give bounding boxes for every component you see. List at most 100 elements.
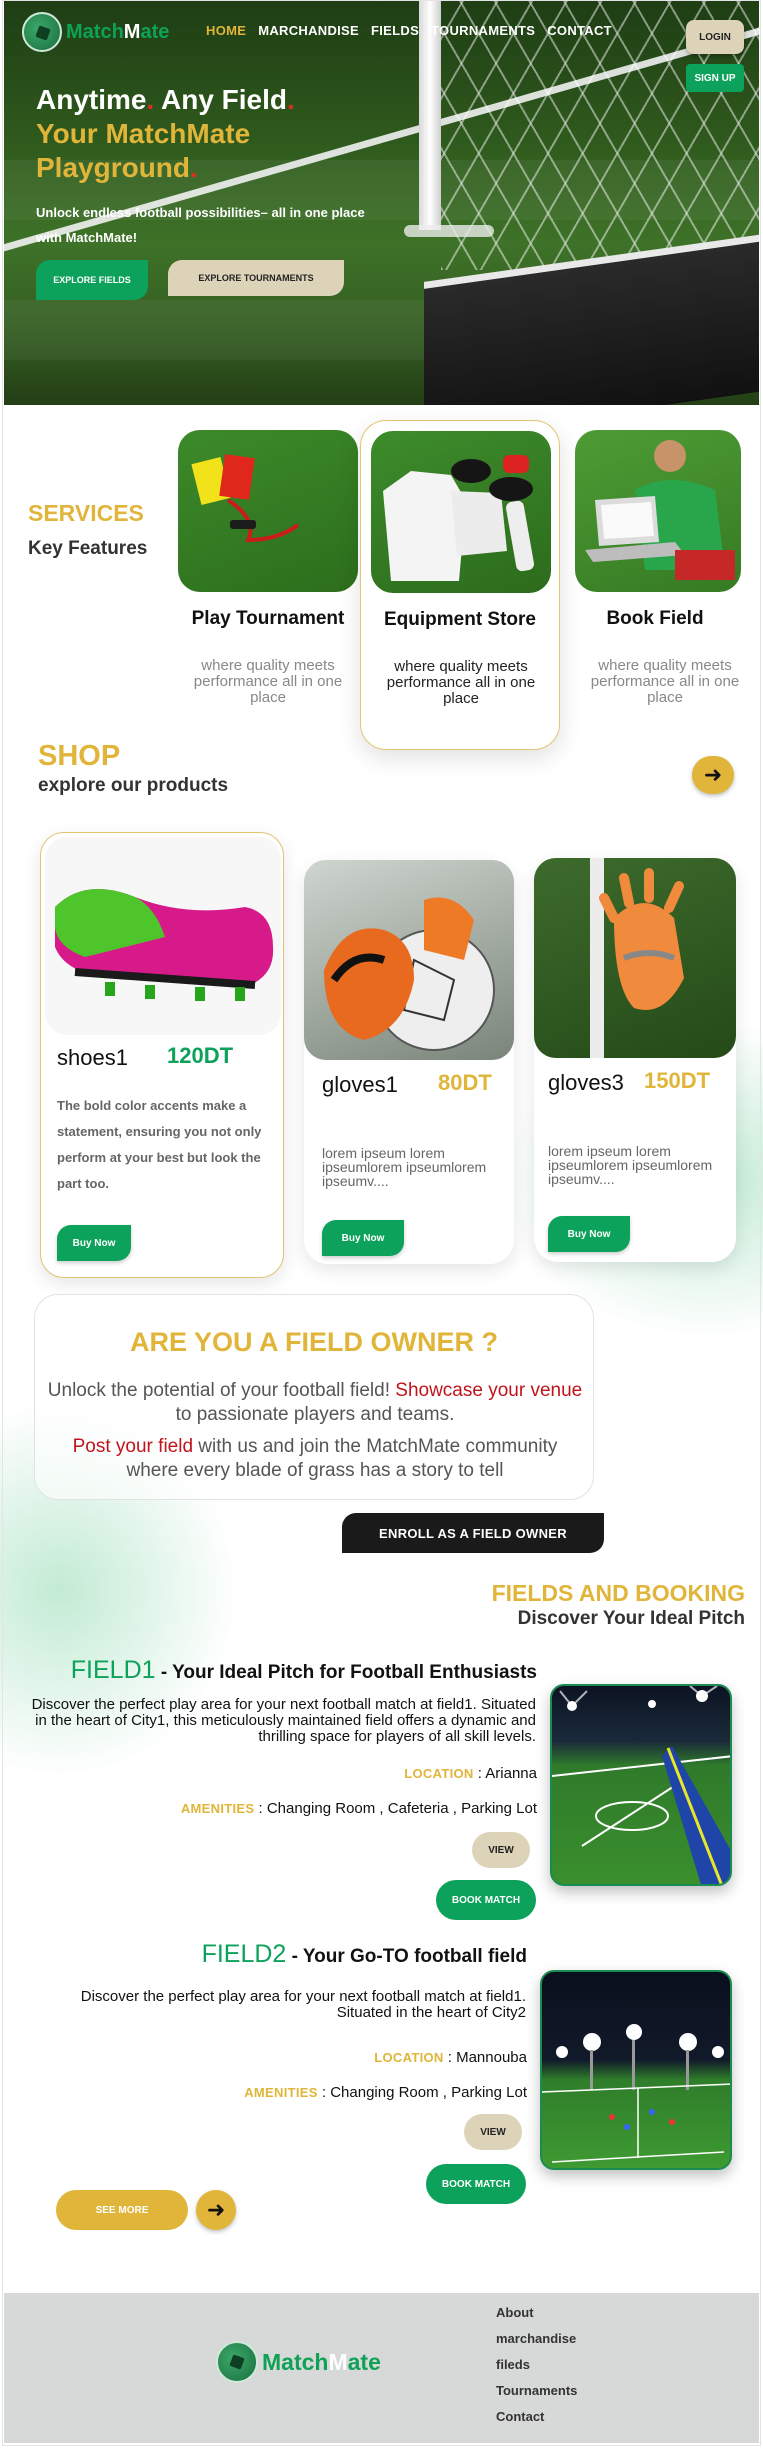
- field2-image[interactable]: [540, 1970, 732, 2170]
- buy-now-button[interactable]: Buy Now: [322, 1220, 404, 1256]
- book-match-button[interactable]: BOOK MATCH: [436, 1880, 536, 1920]
- see-more-arrow-button[interactable]: ➜: [196, 2190, 236, 2230]
- hero-title-anyfield: Any Field: [154, 84, 288, 115]
- footer-logo[interactable]: MatchMate: [216, 2341, 381, 2383]
- field-tagline: - Your Go-TO football field: [286, 1946, 527, 1967]
- product-image-gloves3: [534, 858, 736, 1058]
- hero-title-line1: Anytime. Any Field.: [36, 84, 295, 116]
- service-title: Equipment Store: [383, 609, 536, 630]
- location-key: LOCATION: [404, 1766, 474, 1781]
- soccer-ball-icon: [22, 12, 62, 52]
- goal-post-base: [404, 225, 494, 237]
- field1-heading: FIELD1 - Your Ideal Pitch for Football E…: [71, 1656, 537, 1685]
- goalkeeper-gloves-icon: [324, 897, 495, 1051]
- explore-tournaments-button[interactable]: EXPLORE TOURNAMENTS: [168, 260, 344, 296]
- logo-text-m: M: [123, 20, 141, 43]
- see-more-button[interactable]: SEE MORE: [56, 2190, 188, 2230]
- nav-contact[interactable]: CONTACT: [547, 23, 612, 38]
- field2-heading: FIELD2 - Your Go-TO football field: [202, 1940, 527, 1969]
- field-amenities: AMENITIES : Changing Room , Parking Lot: [244, 2084, 527, 2101]
- football-boot-icon: [55, 889, 274, 1001]
- logo-text: MatchMate: [66, 21, 169, 44]
- goalkeeper-glove-icon: [590, 858, 684, 1058]
- floodlit-pitch-icon: [542, 2024, 730, 2163]
- field-owner-text-1: Unlock the potential of your football fi…: [45, 1379, 585, 1427]
- hero-title-dot: .: [287, 84, 295, 115]
- service-card-book-field[interactable]: Book Field where quality meets performan…: [565, 420, 745, 750]
- nav-tournaments[interactable]: TOURNAMENTS: [431, 23, 535, 38]
- logo-text-pre: Match: [66, 20, 124, 43]
- service-desc: where quality meets performance all in o…: [590, 657, 740, 706]
- footer: MatchMate About marchandise fileds Tourn…: [4, 2293, 759, 2443]
- equipment-image: [371, 431, 551, 593]
- logo-text: MatchMate: [262, 2349, 381, 2376]
- hero-title-line3: Playground.: [36, 152, 198, 184]
- footer-link-fields[interactable]: fileds: [496, 2357, 577, 2373]
- view-button[interactable]: VIEW: [464, 2114, 522, 2150]
- footer-link-tournaments[interactable]: Tournaments: [496, 2383, 577, 2399]
- hero-title-dot: .: [190, 152, 198, 183]
- footer-links: About marchandise fileds Tournaments Con…: [496, 2305, 577, 2435]
- amenities-value: : Changing Room , Parking Lot: [317, 2084, 527, 2101]
- product-name: gloves3: [548, 1070, 624, 1095]
- explore-fields-button[interactable]: EXPLORE FIELDS: [36, 260, 148, 300]
- product-description: lorem ipseum lorem ipseumlorem ipseumlor…: [322, 1145, 487, 1189]
- location-value: : Mannouba: [443, 2049, 527, 2066]
- signup-button[interactable]: SIGN UP: [686, 64, 744, 92]
- product-card-shoes1[interactable]: shoes1 120DT The bold color accents make…: [40, 832, 284, 1278]
- field-location: LOCATION : Arianna: [404, 1765, 537, 1782]
- service-card-equipment[interactable]: Equipment Store where quality meets perf…: [360, 420, 560, 750]
- field-amenities: AMENITIES : Changing Room , Cafeteria , …: [181, 1800, 537, 1817]
- service-card-tournament[interactable]: Play Tournament where quality meets perf…: [168, 420, 368, 750]
- nav-marchandise[interactable]: MARCHANDISE: [258, 23, 359, 38]
- book-match-button[interactable]: BOOK MATCH: [426, 2164, 526, 2204]
- footer-link-contact[interactable]: Contact: [496, 2409, 577, 2425]
- location-key: LOCATION: [374, 2050, 444, 2065]
- product-card-gloves1[interactable]: gloves1 80DT lorem ipseum lorem ipseumlo…: [304, 860, 514, 1264]
- field-owner-box: ARE YOU A FIELD OWNER ? Unlock the poten…: [34, 1294, 594, 1500]
- service-title: Play Tournament: [191, 608, 345, 629]
- fields-tag: FIELDS AND BOOKING: [491, 1580, 745, 1606]
- product-card-gloves3[interactable]: gloves3 150DT lorem ipseum lorem ipseuml…: [534, 858, 736, 1262]
- buy-now-button[interactable]: Buy Now: [57, 1225, 131, 1261]
- fields-subtitle: Discover Your Ideal Pitch: [517, 1608, 745, 1629]
- footer-link-about[interactable]: About: [496, 2305, 577, 2321]
- field-name: FIELD1: [70, 1656, 156, 1684]
- service-desc: where quality meets performance all in o…: [193, 657, 343, 706]
- nav-fields[interactable]: FIELDS: [371, 23, 419, 38]
- amenities-key: AMENITIES: [244, 2085, 318, 2100]
- shop-subtitle: explore our products: [38, 775, 229, 796]
- location-value: : Arianna: [473, 1765, 537, 1782]
- product-price: 150DT: [644, 1068, 711, 1093]
- logo[interactable]: MatchMate: [22, 12, 169, 52]
- product-description: The bold color accents make a statement,…: [57, 1098, 262, 1191]
- service-desc: where quality meets performance all in o…: [386, 658, 536, 707]
- hero-title-playground: Playground: [36, 152, 191, 183]
- hero-subtitle: Unlock endless football possibilities– a…: [36, 205, 365, 245]
- amenities-value: : Changing Room , Cafeteria , Parking Lo…: [254, 1800, 538, 1817]
- book-field-image: [575, 430, 741, 592]
- hero-title-line2: Your MatchMate: [36, 118, 251, 149]
- services-tag: SERVICES: [28, 500, 144, 526]
- field-owner-title: ARE YOU A FIELD OWNER ?: [129, 1327, 498, 1357]
- product-price: 120DT: [167, 1043, 234, 1068]
- logo-text-post: ate: [140, 20, 170, 43]
- services-subtitle: Key Features: [28, 538, 148, 559]
- navbar: MatchMate HOME MARCHANDISE FIELDS TOURNA…: [0, 0, 763, 92]
- field1-image[interactable]: [550, 1684, 732, 1886]
- shop-tag: SHOP: [38, 740, 121, 772]
- product-image-gloves1: [304, 860, 514, 1060]
- footer-link-marchandise[interactable]: marchandise: [496, 2331, 577, 2347]
- laptop-person-icon: [585, 440, 735, 580]
- nav-home[interactable]: HOME: [206, 23, 246, 38]
- login-button[interactable]: LOGIN: [686, 20, 744, 54]
- owner-highlight: Post your field: [72, 1436, 194, 1457]
- arrow-right-icon: ➜: [703, 762, 723, 787]
- shop-arrow-button[interactable]: ➜: [692, 756, 734, 794]
- field-tagline: - Your Ideal Pitch for Football Enthusia…: [155, 1662, 537, 1683]
- view-button[interactable]: VIEW: [472, 1832, 530, 1868]
- buy-now-button[interactable]: Buy Now: [548, 1216, 630, 1252]
- field-description: Discover the perfect play area for your …: [80, 1988, 526, 2021]
- enroll-field-owner-button[interactable]: ENROLL AS A FIELD OWNER: [342, 1513, 604, 1553]
- tournament-image: [178, 430, 358, 592]
